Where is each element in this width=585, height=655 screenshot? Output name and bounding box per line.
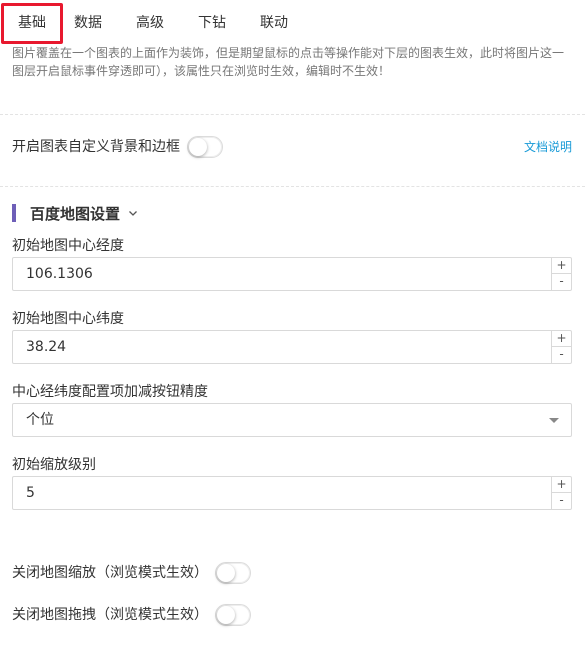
section-accent-bar bbox=[12, 204, 16, 222]
doc-link[interactable]: 文档说明 bbox=[524, 138, 572, 155]
tab-basic[interactable]: 基础 bbox=[1, 3, 63, 44]
divider bbox=[0, 114, 585, 115]
custom-bg-toggle[interactable] bbox=[187, 136, 223, 158]
precision-value: 个位 bbox=[26, 412, 54, 428]
tab-linkage[interactable]: 联动 bbox=[260, 12, 288, 34]
latitude-stepper: + - bbox=[551, 331, 571, 363]
toggle-knob bbox=[217, 606, 235, 624]
increment-button[interactable]: + bbox=[552, 331, 571, 347]
zoom-value: 5 bbox=[26, 485, 35, 501]
disable-drag-label: 关闭地图拖拽（浏览模式生效） bbox=[12, 607, 208, 623]
description-line-2: 图层开启鼠标事件穿透即可），该属性只在浏览时生效，编辑时不生效！ bbox=[12, 64, 391, 78]
caret-down-icon bbox=[549, 418, 559, 423]
toggle-knob bbox=[189, 138, 207, 156]
decrement-button[interactable]: - bbox=[552, 347, 571, 363]
section-header-baidu-map[interactable]: 百度地图设置 bbox=[12, 203, 138, 223]
longitude-value: 106.1306 bbox=[26, 266, 93, 282]
precision-label: 中心经纬度配置项加减按钮精度 bbox=[12, 384, 208, 400]
latitude-value: 38.24 bbox=[26, 339, 67, 355]
zoom-stepper: + - bbox=[551, 477, 571, 509]
disable-drag-toggle[interactable] bbox=[215, 604, 251, 626]
zoom-label: 初始缩放级别 bbox=[12, 457, 96, 473]
custom-bg-label: 开启图表自定义背景和边框 bbox=[12, 139, 180, 155]
description-text: 图片覆盖在一个图表的上面作为装饰，但是期望鼠标的点击等操作能对下层的图表生效，此… bbox=[12, 44, 577, 80]
decrement-button[interactable]: - bbox=[552, 493, 571, 509]
chevron-down-icon bbox=[129, 211, 137, 216]
disable-zoom-label: 关闭地图缩放（浏览模式生效） bbox=[12, 565, 208, 581]
disable-zoom-toggle[interactable] bbox=[215, 562, 251, 584]
description-line-1: 图片覆盖在一个图表的上面作为装饰，但是期望鼠标的点击等操作能对下层的图表生效，此… bbox=[12, 46, 565, 60]
divider bbox=[0, 186, 585, 187]
tab-data[interactable]: 数据 bbox=[74, 12, 102, 34]
precision-select[interactable]: 个位 bbox=[12, 403, 572, 437]
toggle-knob bbox=[217, 564, 235, 582]
section-title: 百度地图设置 bbox=[30, 204, 121, 223]
zoom-input[interactable]: 5 + - bbox=[12, 476, 572, 510]
longitude-label: 初始地图中心经度 bbox=[12, 238, 124, 254]
longitude-stepper: + - bbox=[551, 258, 571, 290]
latitude-label: 初始地图中心纬度 bbox=[12, 311, 124, 327]
decrement-button[interactable]: - bbox=[552, 274, 571, 290]
tab-drilldown[interactable]: 下钻 bbox=[198, 12, 226, 34]
increment-button[interactable]: + bbox=[552, 258, 571, 274]
latitude-input[interactable]: 38.24 + - bbox=[12, 330, 572, 364]
increment-button[interactable]: + bbox=[552, 477, 571, 493]
tab-bar: 基础 数据 高级 下钻 联动 bbox=[0, 0, 585, 46]
tab-advanced[interactable]: 高级 bbox=[136, 12, 164, 34]
longitude-input[interactable]: 106.1306 + - bbox=[12, 257, 572, 291]
